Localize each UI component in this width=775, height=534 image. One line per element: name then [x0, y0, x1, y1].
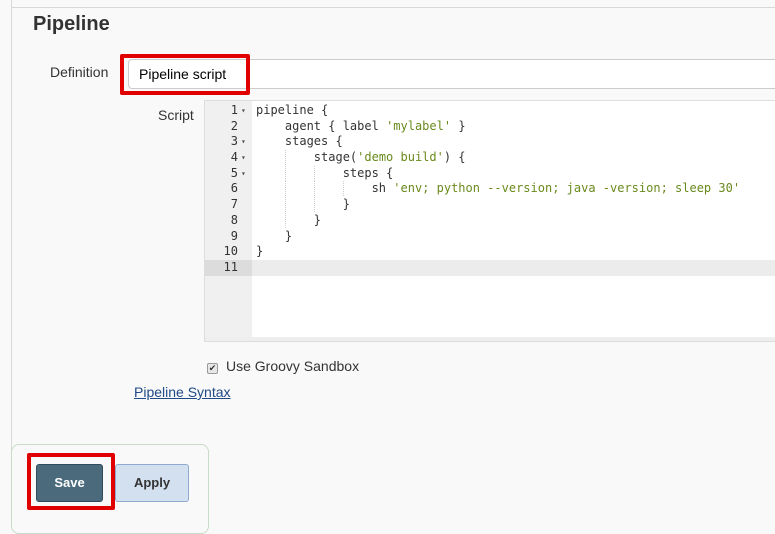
code-text: }: [256, 212, 322, 229]
code-text: sh 'env; python --version; java -version…: [256, 181, 740, 197]
string-token: 'demo build': [357, 150, 444, 165]
code-line[interactable]: 5 ▾ steps {: [205, 165, 775, 182]
fold-toggle-icon[interactable]: ▾: [241, 103, 246, 119]
fold-toggle-icon[interactable]: ▾: [241, 150, 246, 166]
code-text: }: [256, 244, 263, 260]
code-line[interactable]: 10}: [205, 244, 775, 260]
string-token: 'env; python --version; java -version; s…: [393, 181, 741, 196]
code-lines[interactable]: 1 ▾ pipeline {2 agent { label 'mylabel' } 3…: [205, 103, 775, 276]
code-line[interactable]: 7 }: [205, 197, 775, 213]
definition-label: Definition: [50, 64, 109, 80]
groovy-sandbox-label: Use Groovy Sandbox: [226, 357, 360, 374]
line-number: 7: [230, 197, 238, 212]
indent-guide: [313, 181, 343, 197]
code-token: }: [342, 197, 350, 212]
code-token: agent { label: [284, 118, 387, 133]
indent-guide: [256, 150, 285, 164]
code-line[interactable]: 4 ▾ stage('demo build') {: [205, 150, 775, 166]
save-button[interactable]: Save: [36, 464, 103, 502]
indent-guide: [256, 213, 285, 227]
code-token: }: [284, 228, 293, 243]
indent-guide: [256, 134, 285, 148]
code-text: agent { label 'mylabel' }: [256, 119, 466, 135]
indent-guide: [284, 212, 314, 228]
code-line[interactable]: 9 }: [205, 229, 775, 245]
left-border: [11, 0, 12, 520]
code-text: stage('demo build') {: [256, 150, 466, 166]
code-token: steps {: [342, 165, 394, 180]
code-token: sh: [371, 181, 394, 196]
code-token: pipeline {: [256, 103, 329, 117]
code-text: }: [256, 229, 292, 245]
script-editor[interactable]: 1 ▾ pipeline {2 agent { label 'mylabel' } 3…: [204, 100, 775, 342]
line-number: 11: [205, 259, 252, 276]
line-number: 6: [230, 181, 238, 196]
indent-guide: [284, 150, 314, 166]
code-token: }: [256, 244, 264, 259]
pipeline-syntax-link[interactable]: Pipeline Syntax: [134, 384, 231, 400]
fold-toggle-icon[interactable]: ▾: [241, 166, 246, 182]
indent-guide: [284, 197, 314, 213]
indent-guide: [256, 166, 285, 180]
code-token: stages {: [284, 134, 343, 149]
script-label: Script: [158, 107, 194, 123]
fold-toggle-icon[interactable]: ▾: [241, 134, 246, 150]
code-line[interactable]: 3 ▾ stages {: [205, 134, 775, 150]
code-text: }: [256, 197, 350, 213]
indent-guide: [256, 197, 285, 211]
code-token: }: [313, 212, 322, 227]
apply-button[interactable]: Apply: [115, 464, 189, 502]
line-number: 9: [230, 228, 238, 243]
code-line[interactable]: 11: [205, 259, 775, 276]
indent-guide: [313, 165, 343, 181]
indent-guide: [256, 181, 285, 195]
editor-resize-bar: [205, 337, 775, 341]
indent-guide: [284, 181, 314, 197]
code-line[interactable]: 8 }: [205, 212, 775, 229]
code-text: pipeline {: [256, 103, 328, 119]
code-token: }: [451, 118, 466, 133]
groovy-sandbox-checkbox[interactable]: ✔: [207, 363, 218, 374]
code-text: stages {: [256, 134, 343, 150]
code-token: ) {: [443, 150, 466, 165]
section-title: Pipeline: [33, 13, 110, 35]
line-number: 10: [223, 244, 238, 259]
line-number: 8: [230, 212, 238, 227]
definition-select[interactable]: Pipeline script: [128, 59, 775, 89]
indent-guide: [313, 197, 343, 213]
groovy-sandbox-option[interactable]: ✔ Use Groovy Sandbox: [207, 357, 359, 374]
code-line[interactable]: 6 sh 'env; python --version; java -versi…: [205, 181, 775, 197]
line-number: 2: [230, 118, 238, 133]
indent-guide: [256, 229, 285, 243]
top-divider: [11, 7, 775, 8]
string-token: 'mylabel': [386, 118, 452, 133]
code-line[interactable]: 2 agent { label 'mylabel' }: [205, 119, 775, 135]
indent-guide: [342, 181, 372, 197]
indent-guide: [256, 119, 285, 133]
code-token: stage(: [313, 150, 358, 165]
code-line[interactable]: 1 ▾ pipeline {: [205, 103, 775, 119]
code-text: steps {: [256, 165, 394, 182]
indent-guide: [284, 165, 314, 181]
